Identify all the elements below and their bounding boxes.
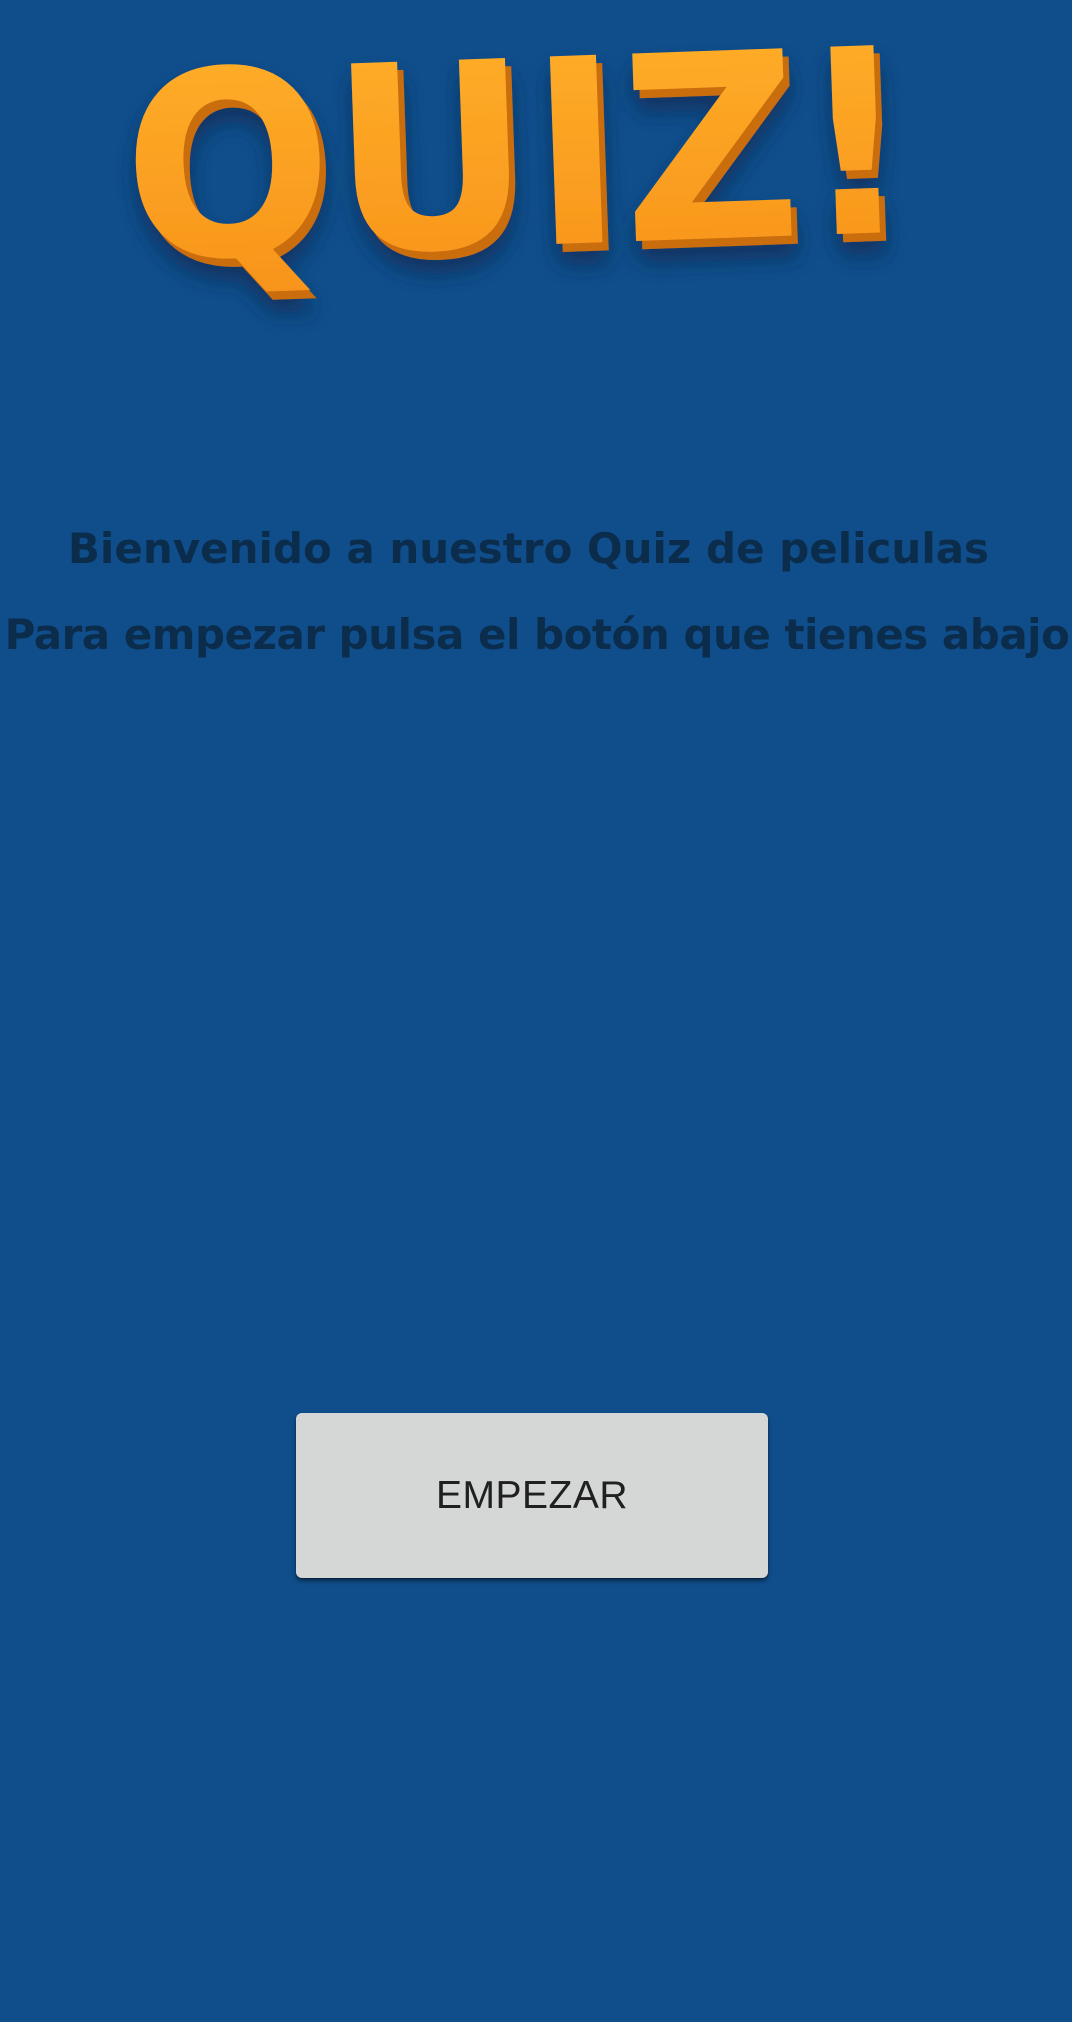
instruction-message: Para empezar pulsa el botón que tienes a… bbox=[4, 610, 1070, 659]
quiz-logo-text: QUIZ! bbox=[119, 0, 917, 320]
start-button[interactable]: EMPEZAR bbox=[296, 1413, 768, 1578]
quiz-logo: QUIZ! QUIZ! bbox=[119, 0, 923, 328]
welcome-message: Bienvenido a nuestro Quiz de peliculas bbox=[67, 524, 990, 573]
start-button-label: EMPEZAR bbox=[435, 1473, 629, 1517]
quiz-logo-graphic: QUIZ! QUIZ! bbox=[119, 0, 923, 328]
